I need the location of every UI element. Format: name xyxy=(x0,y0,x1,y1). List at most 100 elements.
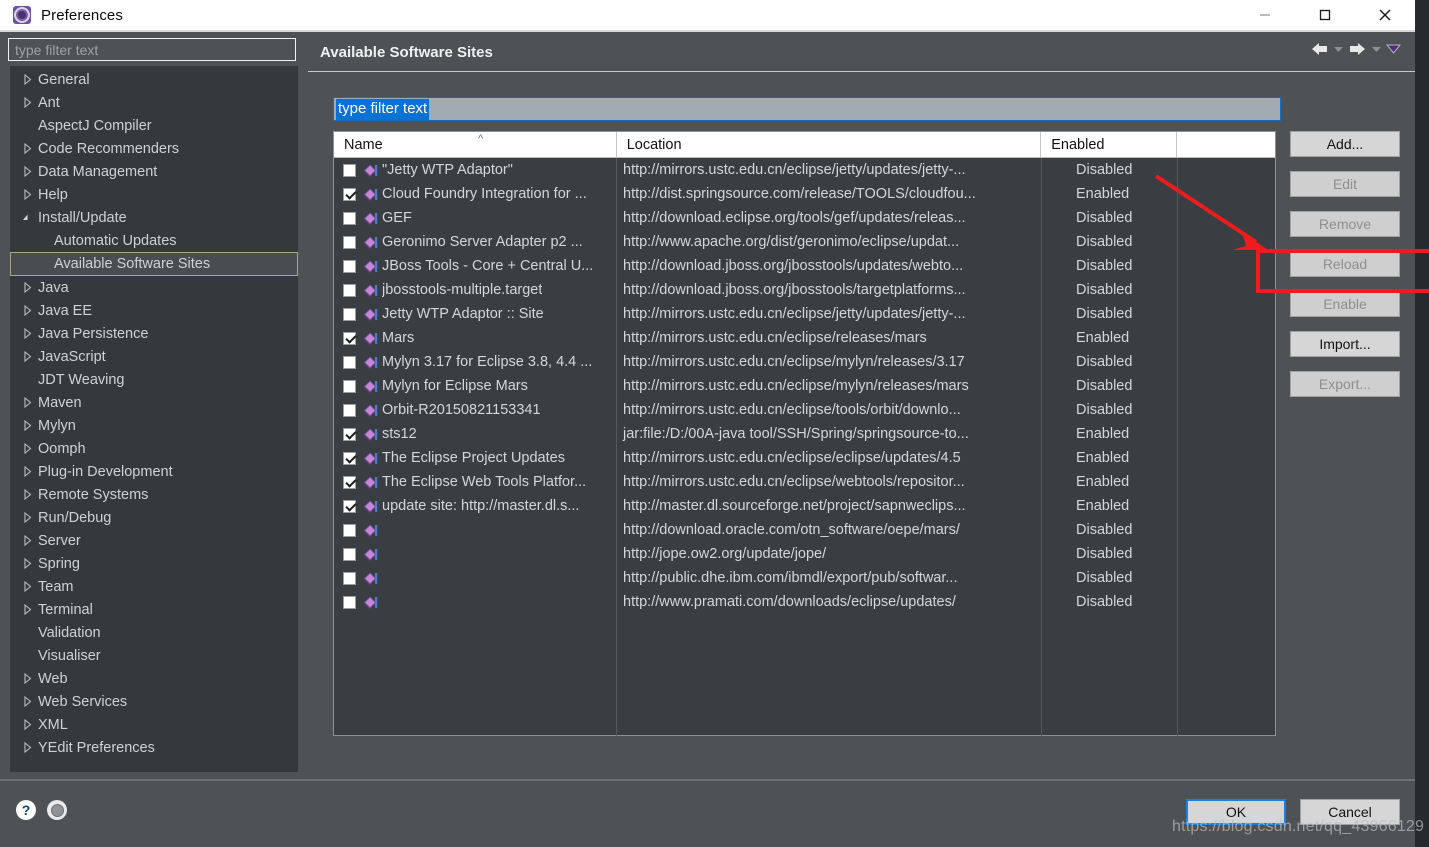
site-enabled-checkbox[interactable] xyxy=(343,355,356,369)
sites-filter-input[interactable]: type filter text xyxy=(333,97,1281,121)
sidebar-item-server[interactable]: Server xyxy=(10,529,298,552)
chevron-right-icon[interactable] xyxy=(20,97,34,108)
sidebar-item-oomph[interactable]: Oomph xyxy=(10,437,298,460)
site-enabled-checkbox[interactable] xyxy=(343,211,356,225)
chevron-right-icon[interactable] xyxy=(20,742,34,753)
sidebar-item-automatic-updates[interactable]: Automatic Updates xyxy=(10,229,298,252)
chevron-right-icon[interactable] xyxy=(20,443,34,454)
column-header-enabled[interactable]: Enabled xyxy=(1041,132,1178,157)
sidebar-item-javascript[interactable]: JavaScript xyxy=(10,345,298,368)
site-enabled-checkbox[interactable] xyxy=(343,427,356,441)
sidebar-item-yedit-preferences[interactable]: YEdit Preferences xyxy=(10,736,298,759)
sidebar-item-spring[interactable]: Spring xyxy=(10,552,298,575)
table-row[interactable]: Jetty WTP Adaptor :: Site http://mirrors.… xyxy=(334,302,1275,326)
table-row[interactable]: jbosstools-multiple.target http://downloa… xyxy=(334,278,1275,302)
site-enabled-checkbox[interactable] xyxy=(343,403,356,417)
chevron-right-icon[interactable] xyxy=(20,305,34,316)
site-enabled-checkbox[interactable] xyxy=(343,523,356,537)
sidebar-item-team[interactable]: Team xyxy=(10,575,298,598)
sidebar-item-maven[interactable]: Maven xyxy=(10,391,298,414)
site-enabled-checkbox[interactable] xyxy=(343,379,356,393)
sidebar-item-visualiser[interactable]: Visualiser xyxy=(10,644,298,667)
question-mark-icon[interactable]: ? xyxy=(16,800,36,820)
chevron-right-icon[interactable] xyxy=(20,673,34,684)
maximize-icon[interactable] xyxy=(1295,0,1355,30)
site-enabled-checkbox[interactable] xyxy=(343,547,356,561)
sidebar-item-code-recommenders[interactable]: Code Recommenders xyxy=(10,137,298,160)
table-row[interactable]: Geronimo Server Adapter p2 ... http://www… xyxy=(334,230,1275,254)
back-chevron-down-icon[interactable] xyxy=(1333,44,1344,55)
sidebar-item-install-update[interactable]: Install/Update xyxy=(10,206,298,229)
chevron-right-icon[interactable] xyxy=(20,189,34,200)
chevron-right-icon[interactable] xyxy=(20,420,34,431)
table-row[interactable]: Mars http://mirrors.ustc.edu.cn/eclipse/r… xyxy=(334,326,1275,350)
sidebar-item-mylyn[interactable]: Mylyn xyxy=(10,414,298,437)
site-enabled-checkbox[interactable] xyxy=(343,283,356,297)
back-arrow-icon[interactable] xyxy=(1310,42,1329,56)
sidebar-item-ant[interactable]: Ant xyxy=(10,91,298,114)
sites-table-body[interactable]: "Jetty WTP Adaptor" http://mirrors.ustc.e… xyxy=(334,158,1275,736)
minimize-icon[interactable] xyxy=(1235,0,1295,30)
chevron-right-icon[interactable] xyxy=(20,166,34,177)
table-row[interactable]: Mylyn for Eclipse Mars http://mirrors.ust… xyxy=(334,374,1275,398)
sidebar-item-terminal[interactable]: Terminal xyxy=(10,598,298,621)
sidebar-item-run-debug[interactable]: Run/Debug xyxy=(10,506,298,529)
table-row[interactable]: http://download.oracle.com/otn_software/… xyxy=(334,518,1275,542)
chevron-right-icon[interactable] xyxy=(20,351,34,362)
import-button[interactable]: Import... xyxy=(1290,331,1400,357)
table-row[interactable]: GEF http://download.eclipse.org/tools/gef… xyxy=(334,206,1275,230)
chevron-right-icon[interactable] xyxy=(20,558,34,569)
site-enabled-checkbox[interactable] xyxy=(343,475,356,489)
chevron-right-icon[interactable] xyxy=(20,328,34,339)
sidebar-item-xml[interactable]: XML xyxy=(10,713,298,736)
table-row[interactable]: "Jetty WTP Adaptor" http://mirrors.ustc.e… xyxy=(334,158,1275,182)
chevron-down-icon[interactable] xyxy=(20,213,34,222)
table-row[interactable]: Orbit-R20150821153341 http://mirrors.ustc… xyxy=(334,398,1275,422)
sidebar-item-aspectj-compiler[interactable]: AspectJ Compiler xyxy=(10,114,298,137)
sidebar-item-java[interactable]: Java xyxy=(10,276,298,299)
sidebar-item-java-persistence[interactable]: Java Persistence xyxy=(10,322,298,345)
forward-arrow-icon[interactable] xyxy=(1348,42,1367,56)
site-enabled-checkbox[interactable] xyxy=(343,499,356,513)
table-row[interactable]: http://public.dhe.ibm.com/ibmdl/export/p… xyxy=(334,566,1275,590)
sidebar-item-jdt-weaving[interactable]: JDT Weaving xyxy=(10,368,298,391)
add-button[interactable]: Add... xyxy=(1290,131,1400,157)
chevron-right-icon[interactable] xyxy=(20,489,34,500)
sidebar-item-web-services[interactable]: Web Services xyxy=(10,690,298,713)
sidebar-item-help[interactable]: Help xyxy=(10,183,298,206)
table-row[interactable]: update site: http://master.dl.s... http:/… xyxy=(334,494,1275,518)
site-enabled-checkbox[interactable] xyxy=(343,235,356,249)
sidebar-item-general[interactable]: General xyxy=(10,68,298,91)
gear-icon[interactable] xyxy=(47,800,67,820)
site-enabled-checkbox[interactable] xyxy=(343,571,356,585)
chevron-right-icon[interactable] xyxy=(20,143,34,154)
site-enabled-checkbox[interactable] xyxy=(343,187,356,201)
table-row[interactable]: sts12 jar:file:/D:/00A-java tool/SSH/Spri… xyxy=(334,422,1275,446)
site-enabled-checkbox[interactable] xyxy=(343,451,356,465)
sidebar-item-web[interactable]: Web xyxy=(10,667,298,690)
chevron-right-icon[interactable] xyxy=(20,535,34,546)
sidebar-item-plug-in-development[interactable]: Plug-in Development xyxy=(10,460,298,483)
sidebar-item-remote-systems[interactable]: Remote Systems xyxy=(10,483,298,506)
close-icon[interactable] xyxy=(1355,0,1415,30)
table-row[interactable]: The Eclipse Web Tools Platfor... http://m… xyxy=(334,470,1275,494)
site-enabled-checkbox[interactable] xyxy=(343,163,356,177)
table-row[interactable]: Cloud Foundry Integration for ... http://… xyxy=(334,182,1275,206)
chevron-right-icon[interactable] xyxy=(20,397,34,408)
site-enabled-checkbox[interactable] xyxy=(343,259,356,273)
table-row[interactable]: JBoss Tools - Core + Central U... http://… xyxy=(334,254,1275,278)
preferences-tree[interactable]: General Ant AspectJ Compiler Code Recommend… xyxy=(10,66,298,772)
chevron-right-icon[interactable] xyxy=(20,581,34,592)
table-row[interactable]: The Eclipse Project Updates http://mirror… xyxy=(334,446,1275,470)
chevron-right-icon[interactable] xyxy=(20,74,34,85)
column-header-location[interactable]: Location xyxy=(617,132,1042,157)
sidebar-item-java-ee[interactable]: Java EE xyxy=(10,299,298,322)
sidebar-item-available-software-sites[interactable]: Available Software Sites xyxy=(10,252,298,276)
sidebar-item-validation[interactable]: Validation xyxy=(10,621,298,644)
column-header-name[interactable]: Name ^ xyxy=(334,132,617,157)
chevron-right-icon[interactable] xyxy=(20,282,34,293)
site-enabled-checkbox[interactable] xyxy=(343,595,356,609)
table-row[interactable]: Mylyn 3.17 for Eclipse 3.8, 4.4 ... http:… xyxy=(334,350,1275,374)
table-row[interactable]: http://www.pramati.com/downloads/eclipse… xyxy=(334,590,1275,614)
tree-filter-input[interactable]: type filter text xyxy=(8,38,296,61)
